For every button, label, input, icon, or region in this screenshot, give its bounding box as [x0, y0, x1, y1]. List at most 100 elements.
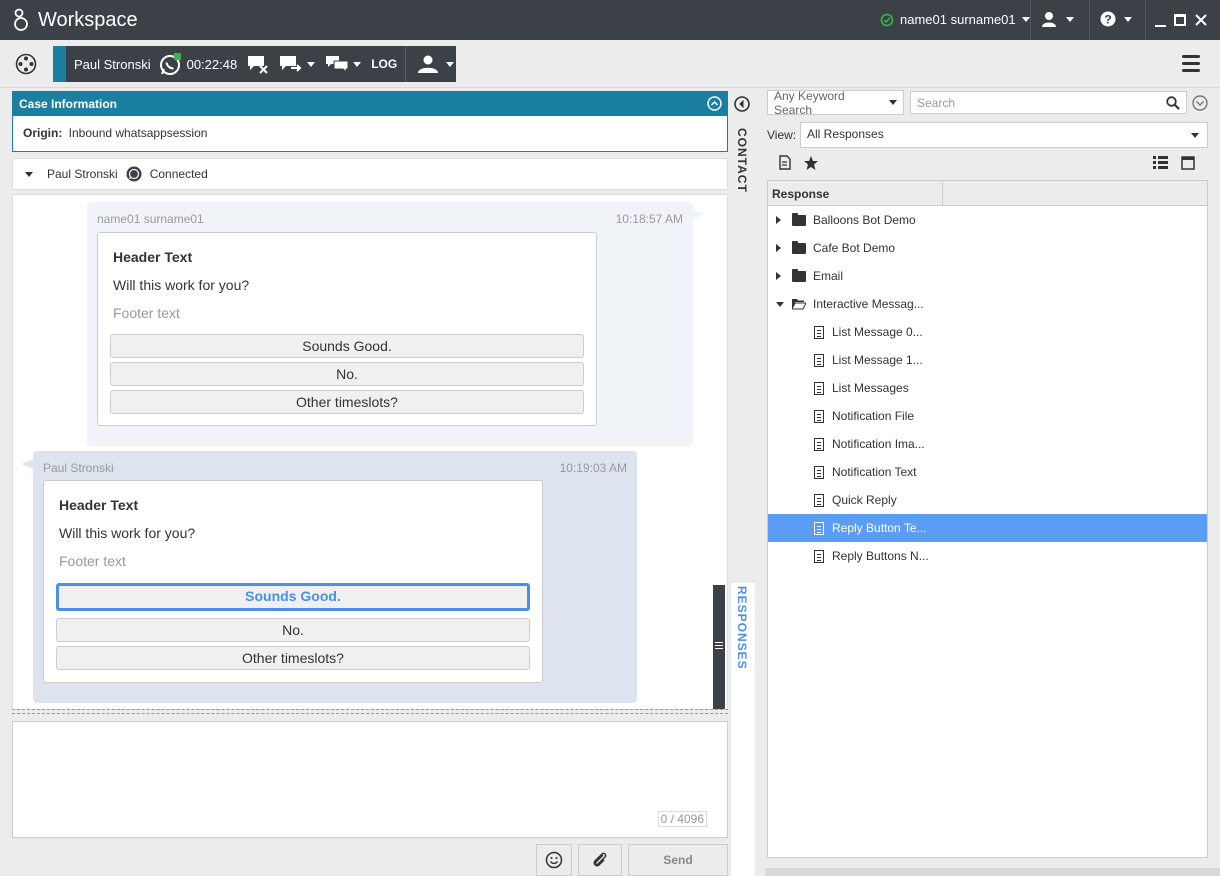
send-label: Send [663, 853, 693, 867]
tree-item-notification-image[interactable]: Notification Ima... [768, 430, 1207, 458]
view-dropdown[interactable]: All Responses [800, 122, 1208, 148]
view-label: View: [767, 128, 797, 142]
minimize-button[interactable] [1155, 25, 1166, 27]
search-field[interactable]: Search [910, 91, 1187, 114]
document-icon [814, 409, 824, 423]
document-icon [814, 437, 824, 451]
search-scope-dropdown[interactable]: Any Keyword Search [767, 89, 904, 117]
card-body: Will this work for you? [59, 525, 196, 541]
hamburger-menu-icon[interactable] [1182, 55, 1200, 72]
case-information-title: Case Information [19, 97, 118, 111]
help-menu-button[interactable]: ? [1100, 11, 1132, 27]
expand-party-icon[interactable] [25, 171, 33, 177]
favorite-star-icon[interactable] [803, 155, 819, 171]
message-time: 10:18:57 AM [615, 212, 683, 226]
conference-chat-icon [326, 56, 349, 74]
conference-chat-button[interactable] [325, 54, 362, 74]
origin-row: Origin: Inbound whatsappsession [13, 116, 727, 150]
tab-responses[interactable]: RESPONSES [735, 586, 749, 670]
expand-icon[interactable] [776, 272, 781, 280]
message-composer[interactable]: 0 / 4096 [12, 721, 728, 838]
whatsapp-icon [126, 166, 142, 182]
search-input[interactable]: Search [917, 96, 955, 110]
tree-node-label: List Message 1... [832, 353, 923, 367]
card-header: Header Text [59, 497, 139, 513]
tree-node-label: Email [813, 269, 844, 283]
tree-node-label: Quick Reply [832, 493, 897, 507]
card-header: Header Text [113, 249, 193, 265]
collapse-icon[interactable] [707, 96, 722, 111]
maximize-button[interactable] [1174, 14, 1186, 26]
help-icon: ? [1100, 11, 1116, 27]
tree-folder-balloons-bot-demo[interactable]: Balloons Bot Demo [768, 206, 1207, 234]
tree-node-label: Reply Buttons N... [832, 549, 929, 563]
reply-option-button[interactable]: Other timeslots? [56, 646, 530, 670]
splitter[interactable] [12, 709, 728, 714]
agent-menu-button[interactable] [1040, 10, 1074, 28]
tree-item-list-message-1[interactable]: List Message 1... [768, 346, 1207, 374]
transcript-scrollbar-thumb[interactable] [713, 585, 725, 709]
party-action-button[interactable] [416, 54, 455, 74]
tree-item-reply-button-text-selected[interactable]: Reply Button Te... [768, 514, 1207, 542]
collapse-icon[interactable] [776, 301, 784, 307]
tree-folder-interactive-messages[interactable]: Interactive Messag... [768, 290, 1207, 318]
tree-node-label: Notification Text [832, 465, 917, 479]
document-icon [814, 381, 824, 395]
origin-label: Origin: [23, 126, 63, 140]
tree-node-label: Reply Button Te... [832, 521, 927, 535]
detail-view-icon[interactable] [1181, 156, 1195, 170]
chevron-down-icon [353, 61, 362, 67]
transfer-chat-button[interactable] [279, 54, 316, 74]
search-options-icon[interactable] [1192, 95, 1208, 111]
expand-icon[interactable] [776, 244, 781, 252]
party-name: Paul Stronski [47, 167, 118, 181]
main-toolbar: Paul Stronski 00:22:48 LOG [0, 40, 1220, 88]
tree-item-quick-reply[interactable]: Quick Reply [768, 486, 1207, 514]
chevron-down-icon [1124, 16, 1132, 22]
send-button[interactable]: Send [628, 844, 728, 876]
genesys-logo-icon [14, 8, 28, 31]
tree-item-list-message-0[interactable]: List Message 0... [768, 318, 1207, 346]
tab-contact[interactable]: CONTACT [735, 128, 749, 193]
response-column-header[interactable]: Response [767, 180, 1208, 206]
supervisor-wheel-icon[interactable] [15, 53, 37, 75]
tree-item-reply-buttons[interactable]: Reply Buttons N... [768, 542, 1207, 570]
document-icon [814, 549, 824, 563]
horizontal-scrollbar[interactable] [765, 868, 1220, 876]
tree-folder-cafe-bot-demo[interactable]: Cafe Bot Demo [768, 234, 1207, 262]
agent-message-bubble: name01 surname01 10:18:57 AM Header Text… [87, 202, 693, 446]
agent-icon [1042, 12, 1056, 27]
reply-option-button[interactable]: No. [110, 362, 584, 386]
tree-item-notification-file[interactable]: Notification File [768, 402, 1207, 430]
tree-node-label: List Message 0... [832, 325, 923, 339]
reply-option-button-selected[interactable]: Sounds Good. [56, 583, 530, 611]
tree-item-notification-text[interactable]: Notification Text [768, 458, 1207, 486]
case-information-header[interactable]: Case Information [13, 92, 727, 116]
chat-transcript[interactable]: name01 surname01 10:18:57 AM Header Text… [12, 194, 728, 710]
tree-folder-email[interactable]: Email [768, 262, 1207, 290]
message-sender: name01 surname01 [97, 212, 204, 226]
emoji-button[interactable] [536, 844, 572, 876]
folder-icon [792, 240, 806, 254]
tree-item-list-messages[interactable]: List Messages [768, 374, 1207, 402]
svg-text:?: ? [1104, 13, 1111, 27]
card-body: Will this work for you? [113, 277, 250, 293]
whatsapp-icon [159, 53, 181, 75]
tree-node-label: Interactive Messag... [813, 297, 924, 311]
collapse-left-icon[interactable] [734, 96, 750, 112]
close-icon[interactable] [1195, 14, 1207, 26]
list-view-icon[interactable] [1153, 156, 1168, 169]
end-chat-button[interactable] [247, 54, 269, 74]
attach-file-button[interactable] [578, 844, 622, 876]
user-status-menu[interactable]: name01 surname01 [880, 12, 1030, 27]
log-button[interactable]: LOG [371, 57, 397, 71]
reply-option-button[interactable]: Sounds Good. [110, 334, 584, 358]
folder-icon [792, 212, 806, 226]
insert-response-icon[interactable] [778, 155, 792, 171]
reply-option-button[interactable]: No. [56, 618, 530, 642]
title-bar: Workspace name01 surname01 ? [0, 0, 1220, 40]
expand-icon[interactable] [776, 216, 781, 224]
interaction-contact-name: Paul Stronski [74, 56, 151, 72]
reply-option-button[interactable]: Other timeslots? [110, 390, 584, 414]
chevron-down-icon [889, 100, 897, 105]
